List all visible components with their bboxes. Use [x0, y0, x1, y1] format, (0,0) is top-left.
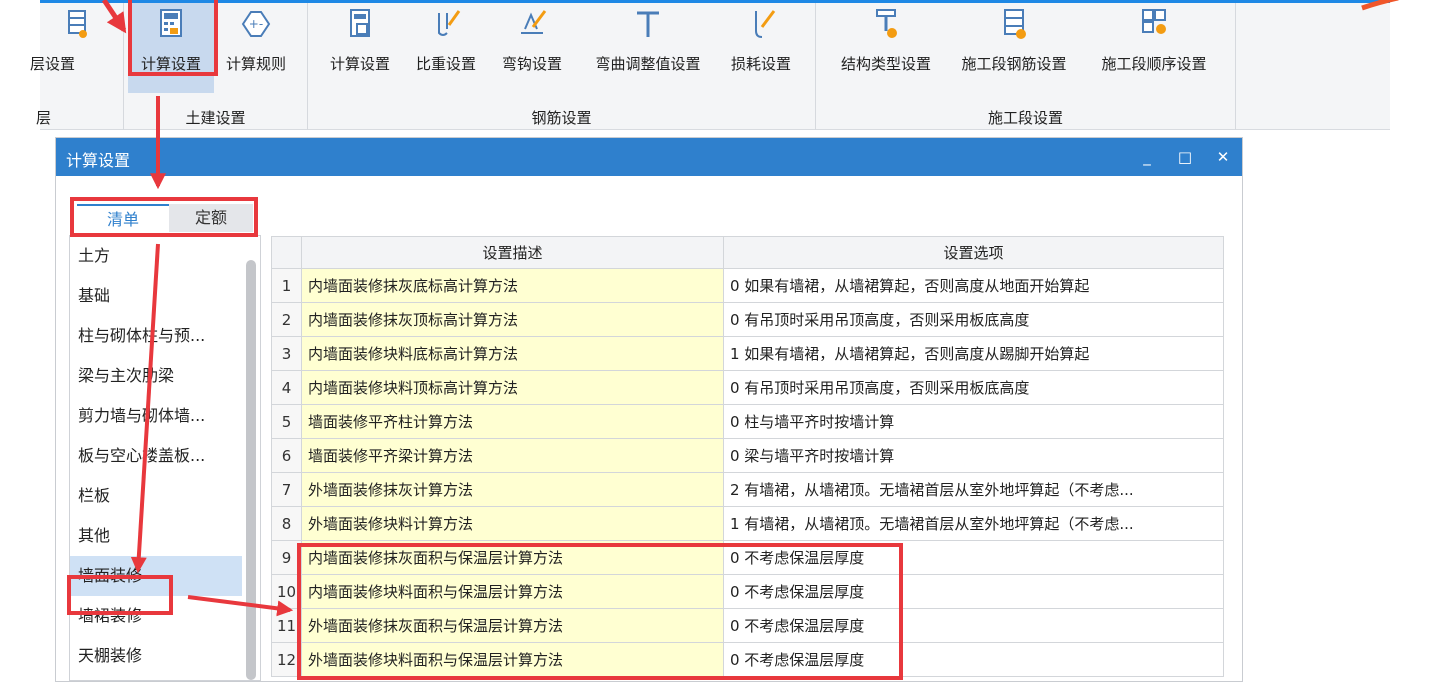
arrow-to-category — [130, 243, 160, 574]
annotation-arrows — [101, 0, 1399, 617]
arrow-to-rows — [187, 595, 294, 617]
arrow-to-calc-settings — [101, 0, 127, 34]
corner-arrow-fragment — [1361, 0, 1399, 11]
screenshot-stage: { "ribbon": { "buttons": [ {"label": "层设… — [0, 0, 1454, 700]
